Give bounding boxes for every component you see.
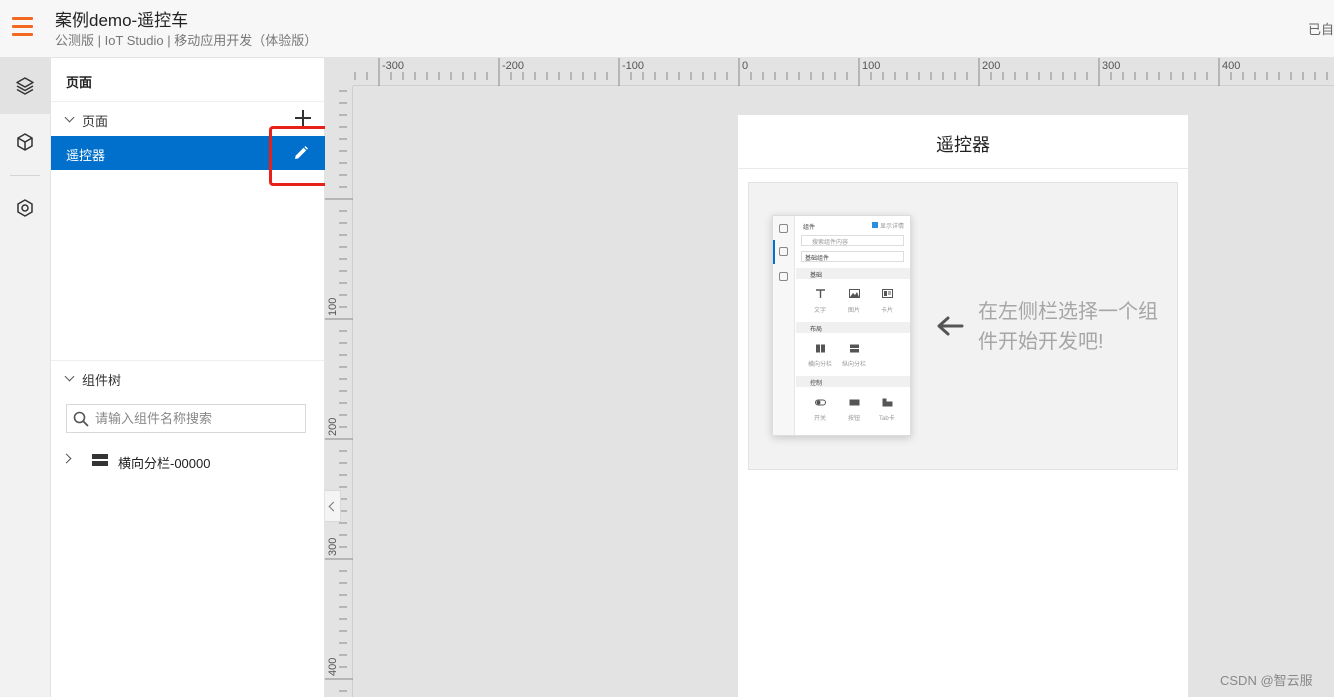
- mini-section-title: 布局: [810, 327, 823, 333]
- panel-header: 页面: [51, 58, 325, 102]
- panel-title: 页面: [66, 75, 93, 90]
- cube-icon: [17, 133, 33, 151]
- mini-section-title: 基础: [810, 273, 823, 279]
- ruler-label: 200: [327, 418, 339, 436]
- ruler-label: -300: [382, 60, 404, 72]
- mini-section-title: 控制: [810, 381, 823, 387]
- mini-checkbox: [872, 222, 878, 228]
- app-header: 案例demo-遥控车 公测版 | IoT Studio | 移动应用开发（体验版…: [0, 0, 1334, 58]
- ruler-label: -100: [622, 60, 644, 72]
- mini-select: 基础组件: [801, 251, 904, 262]
- rail-components-button[interactable]: [0, 114, 50, 170]
- mini-search-placeholder: 搜索组件内容: [812, 240, 849, 246]
- mini-item: 纵向分栏: [842, 362, 867, 368]
- menu-icon[interactable]: [12, 17, 33, 36]
- chevron-down-icon: [64, 371, 75, 382]
- design-canvas[interactable]: -300 -200 -100 0 100 200 300 400 100 200 300 400 遥…: [325, 58, 1334, 697]
- app-title: 案例demo-遥控车: [55, 11, 189, 30]
- horizontal-split-icon: [92, 454, 108, 466]
- chevron-down-icon: [64, 112, 75, 123]
- mini-rail: [773, 216, 795, 435]
- arrow-left-icon: [937, 316, 964, 336]
- mini-section-layout: 布局: [796, 322, 910, 333]
- tree-section-label: 组件树: [82, 373, 122, 388]
- ruler-horizontal: -300 -200 -100 0 100 200 300 400: [353, 58, 1334, 86]
- search-icon: [73, 411, 89, 427]
- ruler-corner: [325, 58, 353, 86]
- mini-card-icon: [882, 289, 893, 298]
- collapse-panel-button[interactable]: [325, 490, 341, 522]
- mini-item: Tab卡: [879, 416, 895, 422]
- ruler-label: 0: [742, 60, 748, 72]
- ruler-label: 300: [327, 538, 339, 556]
- ruler-label: 400: [327, 658, 339, 676]
- mini-item: 横向分栏: [808, 362, 833, 368]
- mini-item: 文字: [814, 308, 827, 314]
- mini-item: 图片: [848, 308, 861, 314]
- pages-section-label: 页面: [82, 114, 109, 129]
- ruler-vertical: 100 200 300 400: [325, 86, 353, 697]
- phone-title-bar: 遥控器: [738, 115, 1188, 169]
- mini-switch-icon: [815, 399, 826, 406]
- mini-section-basic: 基础: [796, 268, 910, 279]
- mini-item: 开关: [814, 416, 827, 422]
- phone-title: 遥控器: [936, 135, 990, 155]
- component-search: [66, 404, 306, 433]
- phone-preview[interactable]: 遥控器 组件 显示详情 搜索组件内容 基础组件 基础 文字 图片 卡片 布局 横…: [738, 115, 1188, 697]
- mini-tab-icon: [882, 398, 893, 407]
- empty-state-message: 在左侧栏选择一个组件开始开发吧!: [978, 301, 1158, 353]
- ruler-label: 200: [982, 60, 1000, 72]
- mini-rail-active: [773, 240, 775, 264]
- layers-icon: [16, 77, 34, 95]
- watermark: CSDN @智云服: [1220, 673, 1313, 688]
- mini-settings-icon: [779, 272, 788, 281]
- add-page-button[interactable]: [293, 108, 313, 128]
- component-search-input[interactable]: [95, 405, 300, 432]
- rail-divider: [10, 175, 40, 176]
- ruler-label: 300: [1102, 60, 1120, 72]
- header-status: 已自: [1307, 22, 1334, 37]
- rail-pages-button[interactable]: [0, 58, 50, 114]
- icon-rail: [0, 58, 51, 697]
- mini-image-icon: [849, 289, 860, 298]
- ruler-label: 100: [862, 60, 880, 72]
- tree-node-label: 横向分栏-00000: [118, 456, 211, 471]
- mini-select-value: 基础组件: [805, 256, 830, 262]
- ruler-label: 400: [1222, 60, 1240, 72]
- mini-search: 搜索组件内容: [801, 235, 904, 246]
- mini-vertical-split-icon: [850, 344, 859, 353]
- page-item-label: 遥控器: [66, 148, 106, 163]
- mini-layers-icon: [779, 224, 788, 233]
- chevron-right-icon[interactable]: [61, 453, 72, 464]
- app-subtitle: 公测版 | IoT Studio | 移动应用开发（体验版）: [55, 33, 318, 48]
- mini-text-icon: [816, 289, 825, 298]
- empty-state: 组件 显示详情 搜索组件内容 基础组件 基础 文字 图片 卡片 布局 横向分栏 …: [748, 182, 1178, 470]
- mini-button-icon: [849, 399, 860, 406]
- mini-horizontal-split-icon: [816, 344, 825, 353]
- mini-section-control: 控制: [796, 376, 910, 387]
- mini-header: 组件: [803, 225, 816, 231]
- tree-node[interactable]: 横向分栏-00000: [51, 445, 325, 475]
- component-panel-illustration: 组件 显示详情 搜索组件内容 基础组件 基础 文字 图片 卡片 布局 横向分栏 …: [772, 215, 911, 436]
- rail-settings-button[interactable]: [0, 180, 50, 236]
- mini-item: 按钮: [848, 416, 861, 422]
- tree-section-header[interactable]: 组件树: [51, 361, 325, 395]
- mini-cube-icon: [779, 247, 788, 256]
- mini-item: 卡片: [881, 308, 894, 314]
- ruler-label: -200: [502, 60, 524, 72]
- mini-checkbox-label: 显示详情: [880, 224, 905, 230]
- hexagon-settings-icon: [17, 199, 33, 217]
- ruler-label: 100: [327, 298, 339, 316]
